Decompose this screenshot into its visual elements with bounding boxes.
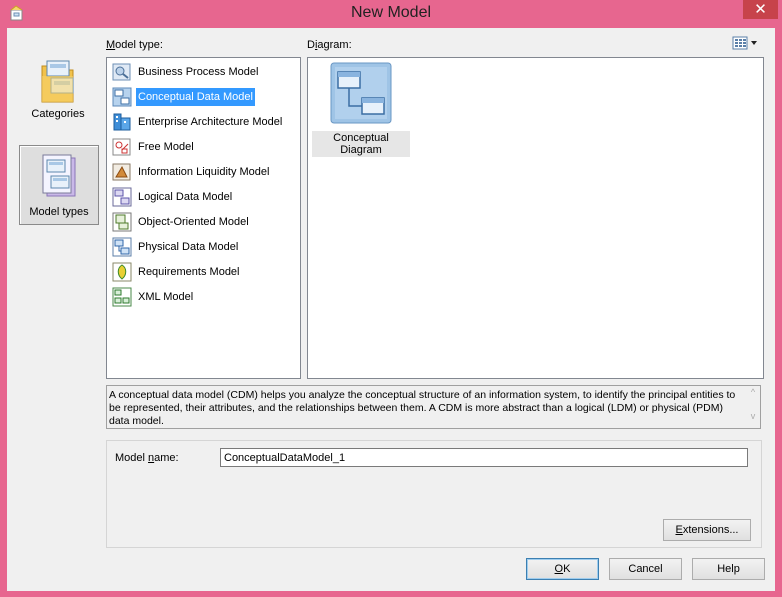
diagram-item-conceptual[interactable]: Conceptual Diagram <box>312 62 410 157</box>
description-scrollbar[interactable]: ^ v <box>746 386 760 428</box>
list-item-label: XML Model <box>138 291 194 303</box>
cancel-button[interactable]: Cancel <box>609 558 682 580</box>
model-name-input[interactable] <box>220 448 748 467</box>
list-item-label: Logical Data Model <box>138 191 233 203</box>
model-type-label: Model type: <box>106 39 163 51</box>
logical-data-icon <box>112 187 132 207</box>
list-item-object-oriented-model[interactable]: Object-Oriented Model <box>112 211 251 233</box>
free-model-icon <box>112 138 131 156</box>
categories-button[interactable]: Categories <box>19 58 97 132</box>
dialog-client: Categories Model types Model type: Diagr… <box>7 28 775 591</box>
list-item-enterprise-architecture-model[interactable]: Enterprise Architecture Model <box>112 111 284 133</box>
diagram-label: Diagram: <box>307 39 352 51</box>
list-item-label: Conceptual Data Model <box>136 88 255 106</box>
list-item-business-process-model[interactable]: Business Process Model <box>112 61 260 83</box>
scroll-up-icon[interactable]: ^ <box>746 386 760 399</box>
list-item-label: Information Liquidity Model <box>138 166 270 178</box>
list-item-information-liquidity-model[interactable]: Information Liquidity Model <box>112 161 271 183</box>
description-text: A conceptual data model (CDM) helps you … <box>109 389 736 427</box>
physical-data-icon <box>112 237 132 257</box>
xml-model-icon <box>112 287 132 307</box>
list-item-logical-data-model[interactable]: Logical Data Model <box>112 186 234 208</box>
model-types-icon <box>42 154 76 197</box>
list-item-physical-data-model[interactable]: Physical Data Model <box>112 236 240 258</box>
list-item-label: Physical Data Model <box>138 241 239 253</box>
list-item-label: Requirements Model <box>138 266 240 278</box>
list-item-free-model[interactable]: Free Model <box>112 136 196 158</box>
information-liquidity-icon <box>112 163 131 181</box>
list-item-conceptual-data-model[interactable]: Conceptual Data Model <box>112 86 255 108</box>
categories-label: Categories <box>31 108 85 120</box>
scroll-down-icon[interactable]: v <box>746 410 760 423</box>
model-description: A conceptual data model (CDM) helps you … <box>106 385 761 429</box>
window-title: New Model <box>350 4 432 21</box>
list-item-requirements-model[interactable]: Requirements Model <box>112 261 242 283</box>
enterprise-architecture-icon <box>113 113 131 131</box>
requirements-icon <box>112 262 132 282</box>
help-button[interactable]: Help <box>692 558 765 580</box>
list-item-label: Enterprise Architecture Model <box>138 116 283 128</box>
close-icon: ✕ <box>754 0 767 18</box>
categories-folder-icon <box>41 60 74 103</box>
model-type-list[interactable]: Business Process Model Conceptual Data M… <box>106 57 301 379</box>
diagram-pane[interactable]: Conceptual Diagram <box>307 57 764 379</box>
business-process-icon <box>112 63 131 81</box>
conceptual-data-icon <box>112 87 132 107</box>
title-bar[interactable]: New Model ✕ <box>0 0 782 27</box>
object-oriented-icon <box>112 212 132 232</box>
list-item-label: Object-Oriented Model <box>138 216 249 228</box>
model-types-button[interactable]: Model types <box>19 145 99 225</box>
close-button[interactable]: ✕ <box>743 0 778 19</box>
list-item-xml-model[interactable]: XML Model <box>112 286 195 308</box>
extensions-button[interactable]: Extensions... <box>663 519 751 541</box>
list-item-label: Free Model <box>138 141 194 153</box>
ok-button[interactable]: OK <box>526 558 599 580</box>
list-item-label: Business Process Model <box>138 66 259 78</box>
model-name-label: Model name: <box>115 452 179 464</box>
conceptual-diagram-icon <box>330 62 392 124</box>
new-model-dialog: New Model ✕ Categories Model types Model… <box>0 0 782 597</box>
view-mode-dropdown-icon[interactable] <box>732 36 762 50</box>
model-types-label: Model types <box>29 206 89 218</box>
diagram-item-label: Conceptual Diagram <box>312 131 410 157</box>
